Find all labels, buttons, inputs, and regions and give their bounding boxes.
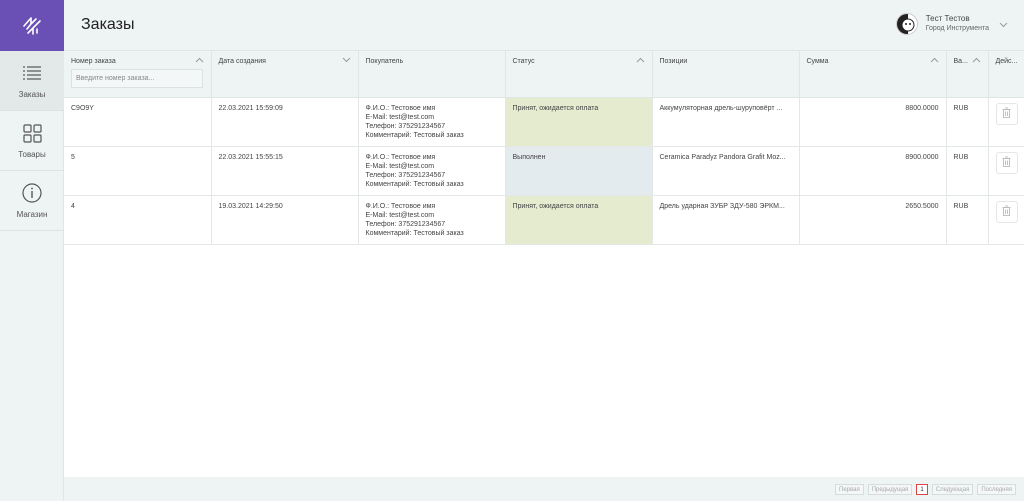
actions-cell — [988, 195, 1024, 245]
column-label: Покупатель — [365, 58, 404, 65]
column-header-sum[interactable]: Сумма — [799, 51, 947, 98]
lightning-logo-icon — [23, 16, 41, 35]
list-icon — [21, 62, 43, 84]
sidebar-item-orders[interactable]: Заказы — [0, 51, 64, 111]
currency-cell: RUB — [946, 146, 989, 196]
chevron-down-icon[interactable] — [999, 15, 1008, 33]
created-date-cell: 19.03.2021 14:29:50 — [211, 195, 359, 245]
user-menu[interactable]: Тест Тестов Город Инструмента — [895, 13, 1008, 35]
column-header-order-number[interactable]: Номер заказа — [64, 51, 212, 98]
column-header-created-date[interactable]: Дата создания — [211, 51, 359, 98]
current-page-button[interactable]: 1 — [916, 484, 928, 495]
user-name: Тест Тестов — [925, 14, 970, 23]
order-number-cell: 4 — [64, 195, 212, 245]
status-cell: Принят, ожидается оплата — [505, 97, 653, 147]
sum-cell: 8900.0000 — [799, 146, 947, 196]
sidebar: Заказы Товары Магазин — [0, 0, 64, 501]
column-label: Ва... — [953, 58, 968, 65]
column-label: Статус — [512, 58, 535, 65]
currency-cell: RUB — [946, 97, 989, 147]
buyer-name: Ф.И.О.: Тестовое имя — [365, 104, 436, 112]
trash-icon — [1002, 107, 1011, 121]
column-label: Номер заказа — [71, 58, 116, 65]
sum-cell: 8800.0000 — [799, 97, 947, 147]
chevron-down-icon[interactable] — [342, 57, 351, 65]
positions-cell: Ceramica Paradyz Pandora Grafit Moz... — [652, 146, 800, 196]
sidebar-item-products[interactable]: Товары — [0, 111, 64, 171]
actions-cell — [988, 146, 1024, 196]
created-date-cell: 22.03.2021 15:55:15 — [211, 146, 359, 196]
column-header-currency[interactable]: Ва... — [946, 51, 989, 98]
table-footer: Первая Предыдущая 1 Следующая Последняя — [64, 477, 1024, 501]
buyer-phone: Телефон: 375291234567 — [365, 122, 446, 130]
column-label: Позиции — [659, 58, 688, 65]
trash-icon — [1002, 156, 1011, 170]
buyer-email: E-Mail: test@test.com — [365, 113, 435, 121]
table-row[interactable]: C9O9Y 22.03.2021 15:59:09 Ф.И.О.: Тестов… — [64, 97, 1024, 147]
column-label: Дейс... — [995, 58, 1018, 65]
currency-cell: RUB — [946, 195, 989, 245]
first-page-button[interactable]: Первая — [835, 484, 864, 495]
pagination: Первая Предыдущая 1 Следующая Последняя — [835, 484, 1016, 495]
table-row[interactable]: 4 19.03.2021 14:29:50 Ф.И.О.: Тестовое и… — [64, 195, 1024, 245]
positions-cell: Аккумуляторная дрель-шуруповёрт ... — [652, 97, 800, 147]
buyer-name: Ф.И.О.: Тестовое имя — [365, 202, 436, 210]
next-page-button[interactable]: Следующая — [931, 484, 974, 495]
header: Заказы Тест Тестов Город Инструмента — [64, 0, 1024, 51]
created-date-cell: 22.03.2021 15:59:09 — [211, 97, 359, 147]
delete-button[interactable] — [995, 200, 1018, 223]
buyer-comment: Комментарий: Тестовый заказ — [365, 229, 464, 237]
order-number-cell: C9O9Y — [64, 97, 212, 147]
delete-button[interactable] — [995, 151, 1018, 174]
buyer-cell: Ф.И.О.: Тестовое имя E-Mail: test@test.c… — [358, 97, 506, 147]
status-cell: Принят, ожидается оплата — [505, 195, 653, 245]
order-number-filter-input[interactable] — [71, 69, 203, 88]
column-header-actions: Дейс... — [988, 51, 1024, 98]
buyer-cell: Ф.И.О.: Тестовое имя E-Mail: test@test.c… — [358, 146, 506, 196]
positions-cell: Дрель ударная ЗУБР ЗДУ-580 ЭРКМ... — [652, 195, 800, 245]
buyer-phone: Телефон: 375291234567 — [365, 220, 446, 228]
grid-icon — [21, 122, 43, 144]
buyer-comment: Комментарий: Тестовый заказ — [365, 131, 464, 139]
buyer-name: Ф.И.О.: Тестовое имя — [365, 153, 436, 161]
buyer-phone: Телефон: 375291234567 — [365, 171, 446, 179]
buyer-email: E-Mail: test@test.com — [365, 162, 435, 170]
chevron-up-icon[interactable] — [636, 57, 645, 65]
app-logo[interactable] — [0, 0, 64, 51]
sidebar-item-label: Магазин — [16, 210, 48, 219]
info-icon — [21, 182, 43, 204]
avatar — [895, 13, 918, 35]
column-header-positions: Позиции — [652, 51, 800, 98]
column-label: Дата создания — [218, 58, 266, 65]
order-number-cell: 5 — [64, 146, 212, 196]
table-header-row: Номер заказа Дата создания Покупатель Ст… — [64, 51, 1024, 98]
sidebar-item-store[interactable]: Магазин — [0, 171, 64, 231]
buyer-comment: Комментарий: Тестовый заказ — [365, 180, 464, 188]
trash-icon — [1002, 205, 1011, 219]
prev-page-button[interactable]: Предыдущая — [867, 484, 913, 495]
last-page-button[interactable]: Последняя — [977, 484, 1016, 495]
orders-table: Номер заказа Дата создания Покупатель Ст… — [64, 51, 1024, 477]
delete-button[interactable] — [995, 102, 1018, 125]
sidebar-item-label: Товары — [18, 150, 46, 159]
table-row[interactable]: 5 22.03.2021 15:55:15 Ф.И.О.: Тестовое и… — [64, 146, 1024, 196]
chevron-up-icon[interactable] — [195, 57, 204, 65]
column-label: Сумма — [806, 58, 829, 65]
sidebar-item-label: Заказы — [18, 90, 46, 99]
actions-cell — [988, 97, 1024, 147]
column-header-buyer: Покупатель — [358, 51, 506, 98]
status-cell: Выполнен — [505, 146, 653, 196]
column-header-status[interactable]: Статус — [505, 51, 653, 98]
buyer-cell: Ф.И.О.: Тестовое имя E-Mail: test@test.c… — [358, 195, 506, 245]
user-company: Город Инструмента — [925, 25, 989, 32]
chevron-up-icon[interactable] — [930, 57, 939, 65]
sum-cell: 2650.5000 — [799, 195, 947, 245]
chevron-up-icon[interactable] — [972, 57, 981, 65]
page-title: Заказы — [81, 16, 135, 33]
buyer-email: E-Mail: test@test.com — [365, 211, 435, 219]
